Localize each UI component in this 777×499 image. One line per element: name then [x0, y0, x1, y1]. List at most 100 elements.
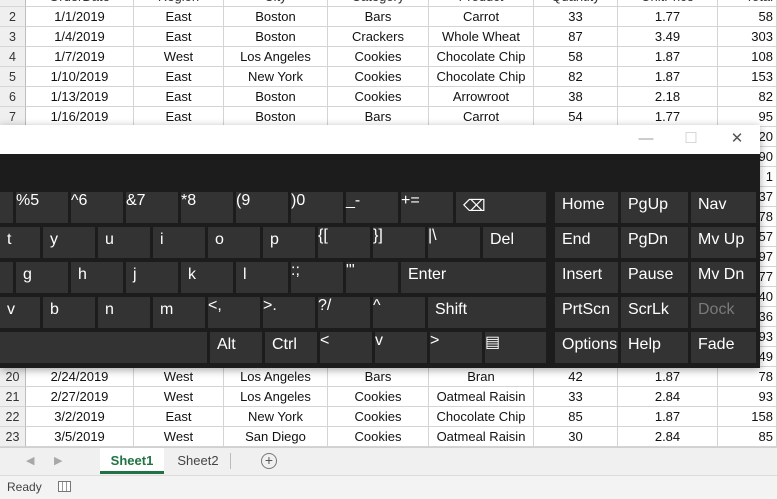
down-arrow-key[interactable]: v	[375, 332, 427, 363]
table-cell[interactable]: Carrot	[429, 107, 534, 127]
table-cell[interactable]: Boston	[224, 7, 328, 27]
table-cell[interactable]: West	[134, 47, 224, 67]
column-header-cell[interactable]: OrderDate	[26, 0, 134, 7]
key-sym[interactable]: <,	[208, 297, 260, 328]
nav-key[interactable]: Dock	[691, 297, 756, 328]
keyboard-title-bar[interactable]: — ☐ ✕	[0, 125, 760, 154]
table-cell[interactable]: 1.77	[618, 107, 718, 127]
nav-key[interactable]: PgUp	[621, 192, 688, 223]
table-cell[interactable]: 78	[718, 367, 777, 387]
key-8[interactable]: *8	[181, 192, 233, 223]
nav-key[interactable]: PgDn	[621, 227, 688, 258]
table-cell[interactable]: 303	[718, 27, 777, 47]
nav-key[interactable]: Nav	[691, 192, 756, 223]
scroll-tabs-left-icon[interactable]: ◀	[26, 454, 34, 467]
table-cell[interactable]: 95	[718, 107, 777, 127]
column-header-cell[interactable]: Quantity	[534, 0, 618, 7]
nav-key[interactable]: Fade	[691, 332, 756, 363]
key-n[interactable]: n	[98, 297, 150, 328]
key-sym[interactable]: >.	[263, 297, 315, 328]
table-cell[interactable]: New York	[224, 407, 328, 427]
table-cell[interactable]: 33	[534, 387, 618, 407]
key-6[interactable]: ^6	[71, 192, 123, 223]
table-cell[interactable]: West	[134, 367, 224, 387]
key-m[interactable]: m	[153, 297, 205, 328]
table-cell[interactable]: 3/5/2019	[26, 427, 134, 447]
table-cell[interactable]: Cookies	[328, 47, 429, 67]
column-header-cell[interactable]: Region	[134, 0, 224, 7]
row-number[interactable]	[0, 0, 26, 7]
table-cell[interactable]: 1/4/2019	[26, 27, 134, 47]
nav-key[interactable]: Home	[555, 192, 618, 223]
table-cell[interactable]: East	[134, 107, 224, 127]
key-y[interactable]: y	[43, 227, 95, 258]
nav-key[interactable]: Help	[621, 332, 688, 363]
nav-key[interactable]: ScrLk	[621, 297, 688, 328]
table-cell[interactable]: 2.84	[618, 387, 718, 407]
table-cell[interactable]: 1.87	[618, 367, 718, 387]
column-header-cell[interactable]: Category	[328, 0, 429, 7]
table-cell[interactable]: Carrot	[429, 7, 534, 27]
scroll-tabs-right-icon[interactable]: ▶	[54, 454, 62, 467]
table-cell[interactable]: 85	[718, 427, 777, 447]
table-cell[interactable]: San Diego	[224, 427, 328, 447]
key-l[interactable]: l	[236, 262, 288, 293]
table-cell[interactable]: Los Angeles	[224, 367, 328, 387]
table-cell[interactable]: Los Angeles	[224, 47, 328, 67]
ctrl-key[interactable]: Ctrl	[265, 332, 317, 363]
table-cell[interactable]: 58	[718, 7, 777, 27]
table-cell[interactable]: Chocolate Chip	[429, 407, 534, 427]
close-icon[interactable]: ✕	[714, 125, 760, 154]
tab-sheet1[interactable]: Sheet1	[100, 448, 164, 474]
nav-key[interactable]: End	[555, 227, 618, 258]
table-cell[interactable]: Chocolate Chip	[429, 47, 534, 67]
key-u[interactable]: u	[98, 227, 150, 258]
nav-key[interactable]: PrtScn	[555, 297, 618, 328]
up-arrow-key[interactable]: ^	[373, 297, 425, 328]
table-cell[interactable]: 58	[534, 47, 618, 67]
table-cell[interactable]: Boston	[224, 107, 328, 127]
nav-key[interactable]: Insert	[555, 262, 618, 293]
alt-key[interactable]: Alt	[210, 332, 262, 363]
table-cell[interactable]: 3.49	[618, 27, 718, 47]
row-number[interactable]: 21	[0, 387, 26, 407]
table-cell[interactable]: Cookies	[328, 87, 429, 107]
table-cell[interactable]: Oatmeal Raisin	[429, 387, 534, 407]
key-0[interactable]: )0	[291, 192, 343, 223]
key-sym[interactable]: ?/	[318, 297, 370, 328]
row-number[interactable]: 7	[0, 107, 26, 127]
space-key[interactable]	[0, 332, 207, 363]
table-cell[interactable]: Bars	[328, 7, 429, 27]
table-cell[interactable]: East	[134, 407, 224, 427]
table-cell[interactable]: 2.18	[618, 87, 718, 107]
table-cell[interactable]: Bars	[328, 107, 429, 127]
table-cell[interactable]: Boston	[224, 87, 328, 107]
key-o[interactable]: o	[208, 227, 260, 258]
table-cell[interactable]: 1.87	[618, 67, 718, 87]
key-b[interactable]: b	[43, 297, 95, 328]
table-cell[interactable]: Los Angeles	[224, 387, 328, 407]
table-cell[interactable]: East	[134, 7, 224, 27]
key-=[interactable]: +=	[401, 192, 453, 223]
nav-key[interactable]: Options	[555, 332, 618, 363]
table-cell[interactable]: 2.84	[618, 427, 718, 447]
table-cell[interactable]: 85	[534, 407, 618, 427]
table-cell[interactable]: 3/2/2019	[26, 407, 134, 427]
table-cell[interactable]: 1.87	[618, 407, 718, 427]
shift-key[interactable]: Shift	[428, 297, 546, 328]
table-cell[interactable]: 42	[534, 367, 618, 387]
table-cell[interactable]: 93	[718, 387, 777, 407]
table-cell[interactable]: East	[134, 67, 224, 87]
row-number[interactable]: 23	[0, 427, 26, 447]
table-cell[interactable]: 153	[718, 67, 777, 87]
row-number[interactable]: 20	[0, 367, 26, 387]
row-number[interactable]: 2	[0, 7, 26, 27]
key-sym[interactable]: }]	[373, 227, 425, 258]
table-cell[interactable]: 1/7/2019	[26, 47, 134, 67]
column-header-cell[interactable]: City	[224, 0, 328, 7]
key-j[interactable]: j	[126, 262, 178, 293]
backspace-key[interactable]: ⌫	[456, 192, 546, 223]
table-cell[interactable]: Oatmeal Raisin	[429, 427, 534, 447]
menu-key-icon[interactable]: ▤	[485, 332, 546, 363]
table-cell[interactable]: Boston	[224, 27, 328, 47]
